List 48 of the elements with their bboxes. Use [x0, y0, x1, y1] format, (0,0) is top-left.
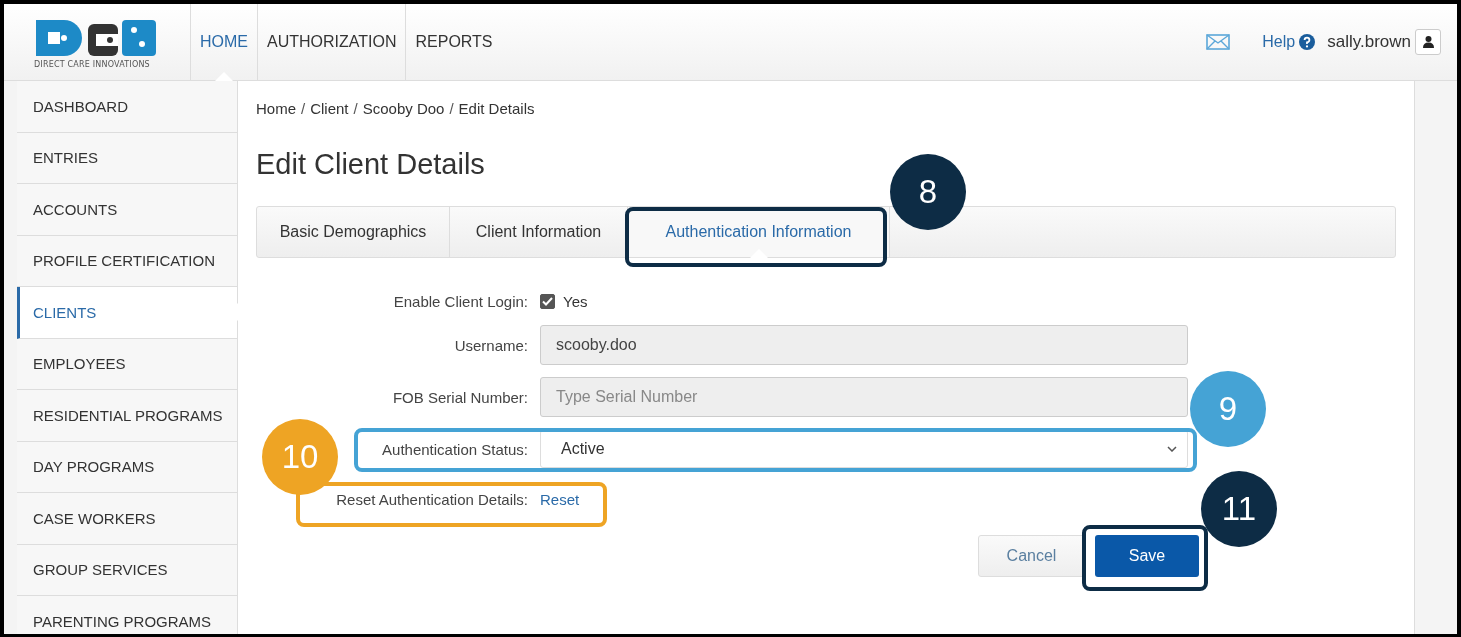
- field-label: Reset Authentication Details:: [336, 491, 528, 508]
- sidebar-item[interactable]: DASHBOARD: [17, 81, 238, 133]
- tab[interactable]: Client Information: [450, 207, 628, 257]
- reset-link[interactable]: Reset: [540, 491, 580, 508]
- logo-tagline: DIRECT CARE INNOVATIONS: [34, 59, 150, 69]
- breadcrumb-separator: /: [301, 100, 306, 118]
- page-title: Edit Client Details: [256, 147, 486, 181]
- field-label: Authentication Status:: [382, 440, 528, 458]
- chevron-icon: [1167, 446, 1177, 452]
- field-label: FOB Serial Number:: [392, 388, 528, 406]
- sidebar-item[interactable]: EMPLOYEES: [17, 338, 238, 390]
- user-icon: [1422, 36, 1434, 48]
- step-number: 10: [262, 419, 338, 495]
- breadcrumb-separator: /: [353, 100, 358, 118]
- sidebar-item[interactable]: ACCOUNTS: [17, 184, 238, 236]
- save-button[interactable]: Save: [1095, 535, 1199, 577]
- status-dropdown[interactable]: Active: [540, 430, 1188, 468]
- sidebar-item[interactable]: CLIENTS: [17, 287, 238, 339]
- nav-link[interactable]: REPORTS: [405, 4, 502, 80]
- breadcrumb-link[interactable]: Scooby Doo: [362, 100, 445, 118]
- nav-link[interactable]: AUTHORIZATION: [257, 4, 406, 80]
- field-label: Username:: [454, 336, 528, 354]
- sidebar-item[interactable]: DAY PROGRAMS: [17, 441, 238, 493]
- help-link[interactable]: Help: [1262, 33, 1296, 51]
- tab[interactable]: Basic Demographics: [257, 207, 450, 257]
- step-number: 8: [890, 154, 966, 230]
- sidebar-item[interactable]: PROFILE CERTIFICATION: [17, 235, 238, 287]
- username: sally.brown: [1327, 32, 1411, 52]
- breadcrumb-link[interactable]: Home: [256, 100, 296, 118]
- sidebar-item[interactable]: ENTRIES: [17, 132, 238, 184]
- sidebar-item[interactable]: RESIDENTIAL PROGRAMS: [17, 390, 238, 442]
- checkbox-label: Yes: [563, 292, 588, 310]
- breadcrumb-separator: /: [449, 100, 454, 118]
- input-field[interactable]: Type Serial Number: [540, 377, 1188, 417]
- step-number: 11: [1201, 471, 1277, 547]
- nav-link[interactable]: HOME: [190, 4, 257, 80]
- input-field[interactable]: scooby.doo: [540, 325, 1188, 365]
- cancel-button[interactable]: Cancel: [978, 535, 1085, 577]
- step-number: 9: [1190, 371, 1266, 447]
- user-button[interactable]: [1415, 29, 1441, 55]
- checkbox[interactable]: [540, 293, 555, 309]
- sidebar-item[interactable]: CASE WORKERS: [17, 493, 238, 545]
- breadcrumb-link[interactable]: Client: [310, 100, 349, 118]
- breadcrumb-link[interactable]: Edit Details: [458, 100, 535, 118]
- field-label: Enable Client Login:: [393, 292, 528, 310]
- tab[interactable]: Authentication Information: [628, 207, 890, 257]
- sidebar-item[interactable]: GROUP SERVICES: [17, 544, 238, 596]
- help-icon[interactable]: [1299, 34, 1316, 50]
